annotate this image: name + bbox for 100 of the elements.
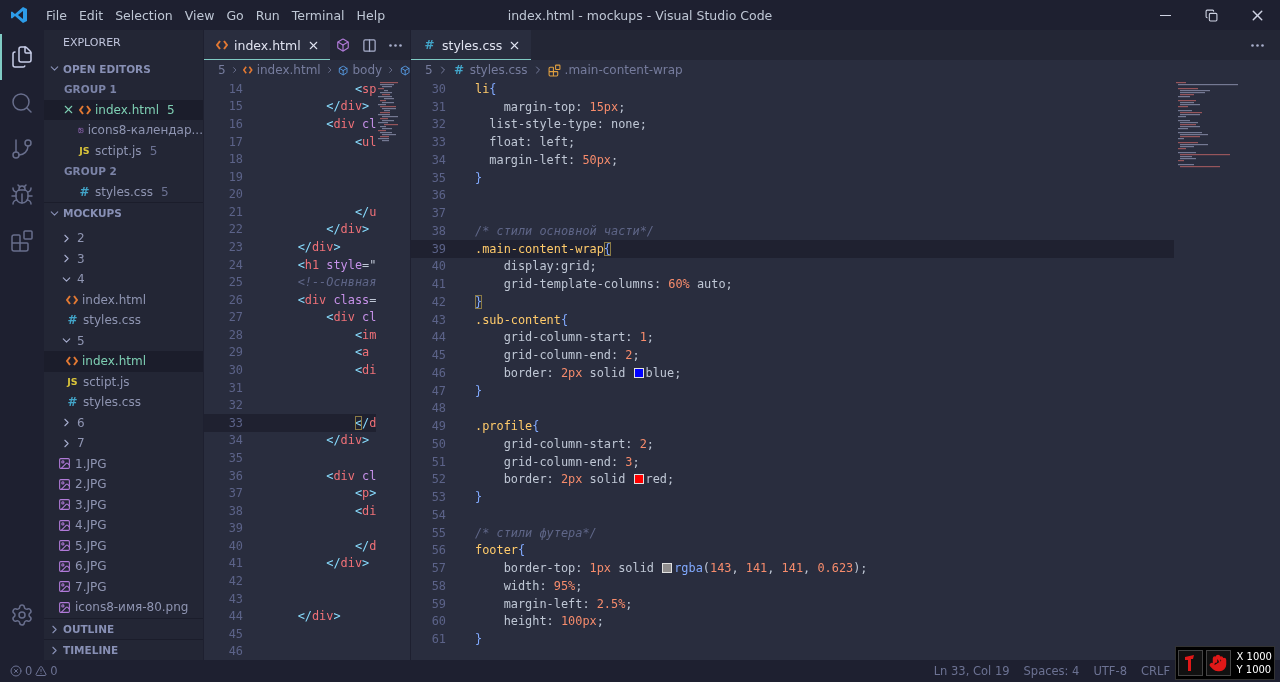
line-number: 52 — [430, 472, 446, 487]
menu-item[interactable]: Run — [249, 7, 286, 23]
code-text: grid-column-end: 2; — [502, 348, 640, 363]
line-number: 35 — [430, 170, 446, 185]
app-logo — [10, 6, 28, 24]
split-icon — [361, 37, 377, 53]
menu-item[interactable]: Go — [220, 7, 250, 23]
tree-item[interactable]: 5 — [44, 330, 203, 351]
file-name: 7.JPG — [75, 579, 107, 594]
line-number: 47 — [430, 383, 446, 398]
tree-item[interactable]: 2.JPG — [44, 474, 203, 495]
breadcrumb-item[interactable]: .main-content-wrap — [564, 63, 683, 77]
section-header[interactable]: OPEN EDITORS — [44, 58, 203, 79]
minimap-drawing[interactable] — [378, 82, 398, 142]
line-number: 41 — [430, 277, 446, 292]
tree-item[interactable]: 6.JPG — [44, 556, 203, 577]
line-number: 44 — [430, 330, 446, 345]
line-number: 37 — [430, 206, 446, 221]
open-editor-item[interactable]: index.html 5 — [44, 99, 203, 120]
hash-file-icon: # — [452, 63, 466, 77]
line-number: 44 — [227, 609, 243, 624]
code-text: <!--Оснвная — [296, 275, 377, 290]
editor-tab[interactable]: index.html — [204, 30, 330, 60]
section-header[interactable]: OUTLINE — [44, 618, 203, 639]
tree-item[interactable]: index.html — [44, 289, 203, 310]
color-swatch-icon[interactable] — [633, 367, 644, 378]
open-editor-item[interactable]: JS sctipt.js 5 — [44, 140, 203, 161]
open-editor-item[interactable]: # styles.css 5 — [44, 181, 203, 202]
tree-item[interactable]: 7.JPG — [44, 576, 203, 597]
line-number: 33 — [227, 415, 243, 430]
menu-item[interactable]: Edit — [72, 7, 110, 23]
code-text: </div> — [325, 222, 370, 237]
image-file-icon — [58, 477, 71, 491]
line-number: 40 — [430, 259, 446, 274]
menu-item[interactable]: Terminal — [285, 7, 351, 23]
breadcrumb-item[interactable]: 5 — [425, 63, 433, 77]
section-header[interactable]: MOCKUPS — [44, 202, 203, 223]
menu-item[interactable]: View — [178, 7, 221, 23]
line-number: 34 — [430, 152, 446, 167]
color-swatch-icon[interactable] — [633, 474, 644, 485]
code-text: </div> — [325, 99, 370, 114]
file-name: 6 — [77, 415, 85, 430]
menu-item[interactable]: File — [40, 7, 73, 23]
problem-count: 5 — [160, 184, 169, 199]
image-file-icon — [58, 539, 71, 553]
minimap-drawing[interactable] — [1176, 82, 1238, 168]
image-file-icon — [58, 518, 71, 532]
open-editor-item[interactable]: icons8-календар... — [44, 120, 203, 141]
line-number: 42 — [430, 294, 446, 309]
tree-item[interactable]: JS sctipt.js — [44, 371, 203, 392]
breadcrumb-item[interactable]: 5 — [218, 63, 226, 77]
hash-file-icon: # — [423, 38, 436, 52]
tree-item[interactable]: 1.JPG — [44, 453, 203, 474]
file-name: 2.JPG — [75, 477, 107, 492]
line-number: 43 — [430, 312, 446, 327]
status-item[interactable]: Spaces: 4 — [1023, 664, 1080, 678]
status-item[interactable]: CRLF — [1140, 664, 1170, 678]
tree-item[interactable]: 3 — [44, 248, 203, 269]
image-file-icon — [58, 600, 71, 614]
tree-item[interactable]: # styles.css — [44, 310, 203, 331]
line-number: 41 — [227, 556, 243, 571]
group-header: GROUP 1 — [63, 82, 118, 98]
breadcrumb-item[interactable]: index.html — [256, 63, 321, 77]
error-count[interactable]: 0 0 — [10, 664, 58, 678]
line-number: 42 — [227, 573, 243, 588]
status-item[interactable]: UTF-8 — [1093, 664, 1127, 678]
line-number: 55 — [430, 525, 446, 540]
line-number: 46 — [430, 365, 446, 380]
code-text: <di — [353, 363, 377, 378]
line-number: 26 — [227, 292, 243, 307]
menu-item[interactable]: Selection — [109, 7, 179, 23]
tree-item[interactable]: 4 — [44, 269, 203, 290]
tree-item[interactable]: 7 — [44, 433, 203, 454]
tree-item[interactable]: 2 — [44, 228, 203, 249]
more-icon — [1250, 43, 1264, 47]
js-file-icon: JS — [78, 145, 91, 157]
file-name: styles.css — [95, 184, 153, 199]
file-name: 4.JPG — [75, 518, 107, 533]
code-text: </div> — [325, 556, 370, 571]
line-number: 45 — [430, 348, 446, 363]
file-name: styles.css — [83, 395, 141, 410]
code-text: rgba(143, 141, 141, 0.623); — [674, 561, 868, 576]
tree-item[interactable]: 3.JPG — [44, 494, 203, 515]
editor-tab[interactable]: # styles.css — [411, 30, 532, 60]
menu-item[interactable]: Help — [350, 7, 392, 23]
breadcrumb-item[interactable]: body — [352, 63, 383, 77]
symbol-icon — [547, 63, 561, 77]
tree-item[interactable]: 4.JPG — [44, 515, 203, 536]
code-text: <div cl — [325, 116, 377, 131]
tree-item[interactable]: icons8-имя-80.png — [44, 597, 203, 618]
line-number: 49 — [430, 419, 446, 434]
code-text: blue; — [645, 365, 682, 380]
breadcrumb-item[interactable]: styles.css — [469, 63, 528, 77]
status-item[interactable]: Ln 33, Col 19 — [933, 664, 1010, 678]
color-swatch-icon[interactable] — [662, 563, 673, 574]
selected-tree-item[interactable]: index.html — [44, 351, 203, 372]
tree-item[interactable]: 5.JPG — [44, 535, 203, 556]
tree-item[interactable]: # styles.css — [44, 392, 203, 413]
code-text: .profile{ — [475, 419, 540, 434]
tree-item[interactable]: 6 — [44, 412, 203, 433]
